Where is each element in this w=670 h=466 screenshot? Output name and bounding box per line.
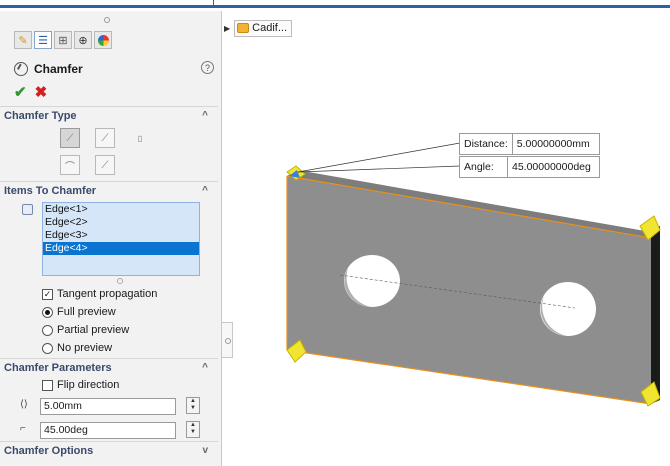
distance-callout-label: Distance:	[460, 134, 513, 154]
part-front-face[interactable]	[287, 176, 651, 404]
distance-leader-line	[297, 142, 461, 173]
part-icon	[237, 23, 250, 33]
right-hole[interactable]	[540, 282, 596, 336]
angle-callout-value[interactable]: 45.00000000deg	[508, 157, 595, 177]
angle-callout-label: Angle:	[460, 157, 508, 177]
part-tree-node[interactable]: Cadif...	[234, 19, 293, 37]
part-name: Cadif...	[252, 22, 288, 34]
angle-leader-line	[297, 165, 461, 173]
feature-tree-flyout[interactable]: ▶ Cadif...	[224, 19, 293, 37]
expand-arrow-icon[interactable]: ▶	[224, 24, 230, 33]
distance-callout-value[interactable]: 5.00000000mm	[513, 134, 594, 154]
graphics-viewport[interactable]	[0, 0, 670, 466]
angle-callout[interactable]: Angle: 45.00000000deg	[459, 156, 600, 178]
part-right-face[interactable]	[651, 226, 660, 404]
distance-callout[interactable]: Distance: 5.00000000mm	[459, 133, 600, 155]
